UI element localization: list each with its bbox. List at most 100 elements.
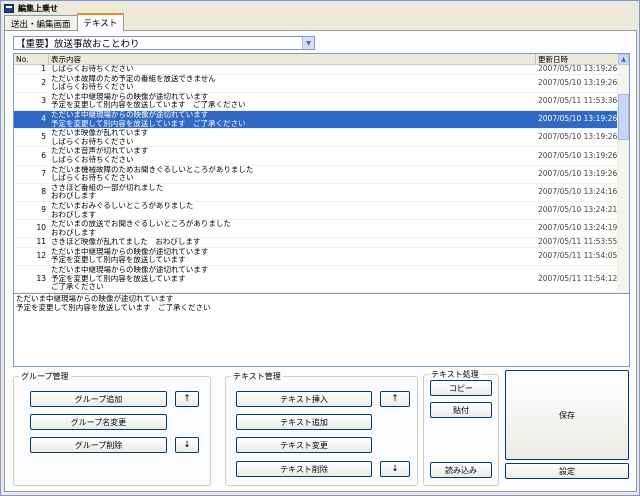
tab-text[interactable]: テキスト: [76, 13, 125, 31]
row-text: ただいま中継現場からの映像が途切れています 予定を変更して別内容を放送しています …: [49, 93, 536, 110]
table-row[interactable]: 7 ただいま機械故障のためお聞きぐるしいところがありました しばらくお待ちください 2…: [14, 166, 618, 184]
row-number: 13: [36, 273, 46, 283]
text-management-box: テキスト管理 テキスト挿入 ↑ テキスト追加 テキスト変更 テキスト削除 ↓: [225, 371, 418, 486]
group-management-label: グループ管理: [19, 371, 71, 382]
row-text-line: 予定を変更して別内容を放送しています ご了承ください: [51, 118, 246, 128]
row-text-line: 予定を変更して別内容を放送しています: [51, 273, 186, 283]
row-text-line: しばらくお待ちください: [51, 173, 134, 183]
table-row[interactable]: 2 ただいま故障のため予定の番組を放送できません しばらくお待ちください 2007/0…: [14, 75, 618, 93]
text-change-button[interactable]: テキスト変更: [236, 437, 372, 453]
row-number: 7: [41, 168, 46, 178]
row-date: 2007/05/10 13:19:26: [538, 77, 618, 87]
text-tab-page: 【重要】放送事故おことわり ▼ No. 表示内容 更新日時 1 しばらくお待ちくだ…: [4, 30, 637, 492]
group-delete-button[interactable]: グループ削除: [30, 437, 167, 453]
row-text: ただいま故障のため予定の番組を放送できません しばらくお待ちください: [49, 75, 536, 92]
row-text-line: ただいまの放送でお聞きぐるしいところがありました: [51, 220, 231, 229]
row-number: 3: [41, 96, 46, 106]
row-date: 2007/05/10 13:19:26: [538, 132, 618, 142]
text-down-button[interactable]: ↓: [380, 461, 410, 477]
row-date: 2007/05/11 11:53:36: [538, 96, 618, 106]
row-text-line: 予定を変更して別内容を放送しています: [51, 255, 186, 265]
app-icon: [4, 3, 14, 13]
group-add-button[interactable]: グループ追加: [30, 391, 167, 407]
row-text-line: さきほど映像が乱れてました おわびします: [51, 238, 201, 247]
row-number: 11: [36, 238, 46, 247]
row-text: ただいまの放送でお聞きぐるしいところがありました おわびします: [49, 220, 536, 237]
list-header: No. 表示内容 更新日時: [14, 54, 618, 65]
text-insert-button[interactable]: テキスト挿入: [236, 391, 372, 407]
row-text-line: おわびします: [51, 191, 96, 201]
load-button[interactable]: 読み込み: [430, 462, 492, 478]
group-rename-button[interactable]: グループ名変更: [30, 414, 167, 430]
row-text: ただいま機械故障のためお聞きぐるしいところがありました しばらくお待ちください: [49, 166, 536, 183]
text-list[interactable]: No. 表示内容 更新日時 1 しばらくお待ちください 2007/05/10 13:…: [13, 53, 630, 311]
row-number: 10: [36, 223, 46, 233]
row-text: さきほど映像が乱れてました おわびします: [49, 238, 536, 247]
group-management-box: グループ管理 グループ追加 ↑ グループ名変更 グループ削除 ↓: [13, 371, 211, 486]
table-row[interactable]: 12 ただいま中継現場からの映像が途切れています 予定を変更して別内容を放送していま…: [14, 248, 618, 267]
text-add-button[interactable]: テキスト追加: [236, 414, 372, 430]
category-select-value: 【重要】放送事故おことわり: [16, 39, 140, 50]
table-row[interactable]: 6 ただいま音声が切れています しばらくお待ちください 2007/05/10 13:1…: [14, 147, 618, 166]
window-title: 編集上乗せ: [18, 3, 58, 13]
row-text: ただいま中継現場からの映像が途切れています 予定を変更して別内容を放送しています …: [49, 111, 536, 128]
table-row[interactable]: 5 ただいま映像が乱れています しばらくお待ちください 2007/05/10 13:1…: [14, 129, 618, 148]
row-text: しばらくお待ちください: [49, 65, 536, 74]
table-row[interactable]: 9 ただいまおみぐるしいところがありました おわびします 2007/05/10 13:…: [14, 202, 618, 221]
column-header-date[interactable]: 更新日時: [536, 54, 618, 65]
table-row[interactable]: 3 ただいま中継現場からの映像が途切れています 予定を変更して別内容を放送しています…: [14, 93, 618, 111]
row-text-line: おわびします: [51, 227, 96, 237]
table-row[interactable]: 1 しばらくお待ちください 2007/05/10 13:19:26: [14, 65, 618, 75]
row-text-line: ご了承ください: [51, 282, 104, 292]
row-number: 4: [41, 114, 46, 124]
row-date: 2007/05/10 13:19:26: [538, 114, 618, 124]
row-number: 8: [41, 187, 46, 197]
table-row[interactable]: 8 さきほど番組の一部が切れました おわびします 2007/05/10 13:24:1…: [14, 184, 618, 202]
text-delete-button[interactable]: テキスト削除: [236, 461, 372, 477]
row-text-line: しばらくお待ちください: [51, 82, 134, 92]
row-number: 9: [41, 205, 46, 215]
row-text-line: おわびします: [51, 209, 96, 219]
list-rows: 1 しばらくお待ちください 2007/05/10 13:19:26 2 ただいま故障のた…: [14, 65, 618, 310]
text-editor[interactable]: ただいま中継現場からの映像が途切れています 予定を変更して別内容を放送しています…: [13, 293, 630, 367]
row-date: 2007/05/11 11:54:12: [538, 273, 618, 283]
table-row[interactable]: 4 ただいま中継現場からの映像が途切れています 予定を変更して別内容を放送しています…: [14, 110, 618, 130]
row-text-line: しばらくお待ちください: [51, 136, 134, 146]
row-date: 2007/05/10 13:24:16: [538, 187, 618, 197]
row-text: さきほど番組の一部が切れました おわびします: [49, 184, 536, 201]
row-number: 2: [41, 77, 46, 87]
paste-button[interactable]: 貼付: [430, 402, 492, 418]
column-header-text[interactable]: 表示内容: [49, 54, 536, 65]
list-scrollbar[interactable]: ▲ ▼: [617, 54, 629, 310]
table-row[interactable]: 10 ただいまの放送でお聞きぐるしいところがありました おわびします 2007/05/…: [14, 220, 618, 239]
text-up-button[interactable]: ↑: [380, 391, 410, 407]
app-window: 編集上乗せ 送出・編集画面 テキスト 【重要】放送事故おことわり ▼ No. 表…: [0, 0, 640, 496]
arrow-up-icon[interactable]: ▲: [618, 54, 629, 65]
row-date: 2007/05/11 11:53:55: [538, 238, 618, 247]
chevron-down-icon[interactable]: ▼: [302, 37, 314, 49]
row-text-line: ただいまおみぐるしいところがありました: [51, 201, 194, 210]
row-text: ただいま中継現場からの映像が途切れています 予定を変更して別内容を放送していますご…: [49, 266, 536, 292]
row-date: 2007/05/10 13:24:21: [538, 205, 618, 215]
group-down-button[interactable]: ↓: [175, 437, 199, 453]
category-select[interactable]: 【重要】放送事故おことわり ▼: [13, 36, 315, 50]
row-date: 2007/05/10 13:19:26: [538, 150, 618, 160]
row-number: 5: [41, 132, 46, 142]
group-up-button[interactable]: ↑: [175, 391, 199, 407]
row-date: 2007/05/10 13:24:19: [538, 223, 618, 233]
settings-button[interactable]: 設定: [505, 463, 629, 479]
tab-send-edit[interactable]: 送出・編集画面: [4, 15, 78, 31]
copy-button[interactable]: コピー: [430, 380, 492, 396]
row-text-line: しばらくお待ちください: [51, 154, 134, 164]
row-date: 2007/05/10 13:19:26: [538, 168, 618, 178]
save-button[interactable]: 保存: [505, 370, 629, 460]
column-header-no[interactable]: No.: [14, 54, 49, 65]
text-management-label: テキスト管理: [231, 371, 283, 382]
row-text-line: しばらくお待ちください: [51, 65, 134, 73]
row-text: ただいまおみぐるしいところがありました おわびします: [49, 202, 536, 219]
scrollbar-thumb[interactable]: [618, 94, 629, 140]
table-row[interactable]: 13 ただいま中継現場からの映像が途切れています 予定を変更して別内容を放送していま…: [14, 266, 618, 293]
table-row[interactable]: 11 さきほど映像が乱れてました おわびします 2007/05/11 11:53:5…: [14, 238, 618, 248]
row-text: ただいま中継現場からの映像が途切れています予定を変更して別内容を放送しています: [49, 248, 536, 265]
row-date: 2007/05/10 13:19:26: [538, 65, 618, 73]
